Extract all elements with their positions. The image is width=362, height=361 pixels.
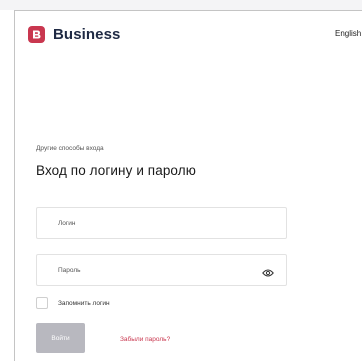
password-field[interactable]: [36, 254, 287, 286]
other-login-methods-link[interactable]: Другие способы входа: [36, 145, 104, 152]
login-field[interactable]: [36, 207, 287, 239]
form-title: Вход по логину и паролю: [36, 163, 196, 178]
password-input[interactable]: [37, 255, 258, 285]
brand-name: Business: [53, 26, 121, 43]
login-button[interactable]: Войти: [36, 323, 85, 353]
eye-icon[interactable]: [262, 265, 274, 277]
browser-top-strip: [0, 0, 362, 10]
logo-icon: [28, 26, 45, 43]
remember-login-label: Запомнить логин: [58, 299, 110, 307]
header: Business: [28, 26, 121, 43]
forgot-password-link[interactable]: Забыли пароль?: [120, 336, 170, 343]
remember-login-checkbox[interactable]: [36, 297, 48, 309]
login-input[interactable]: [37, 208, 258, 238]
remember-login[interactable]: Запомнить логин: [36, 297, 110, 309]
language-switcher[interactable]: English: [335, 29, 362, 38]
